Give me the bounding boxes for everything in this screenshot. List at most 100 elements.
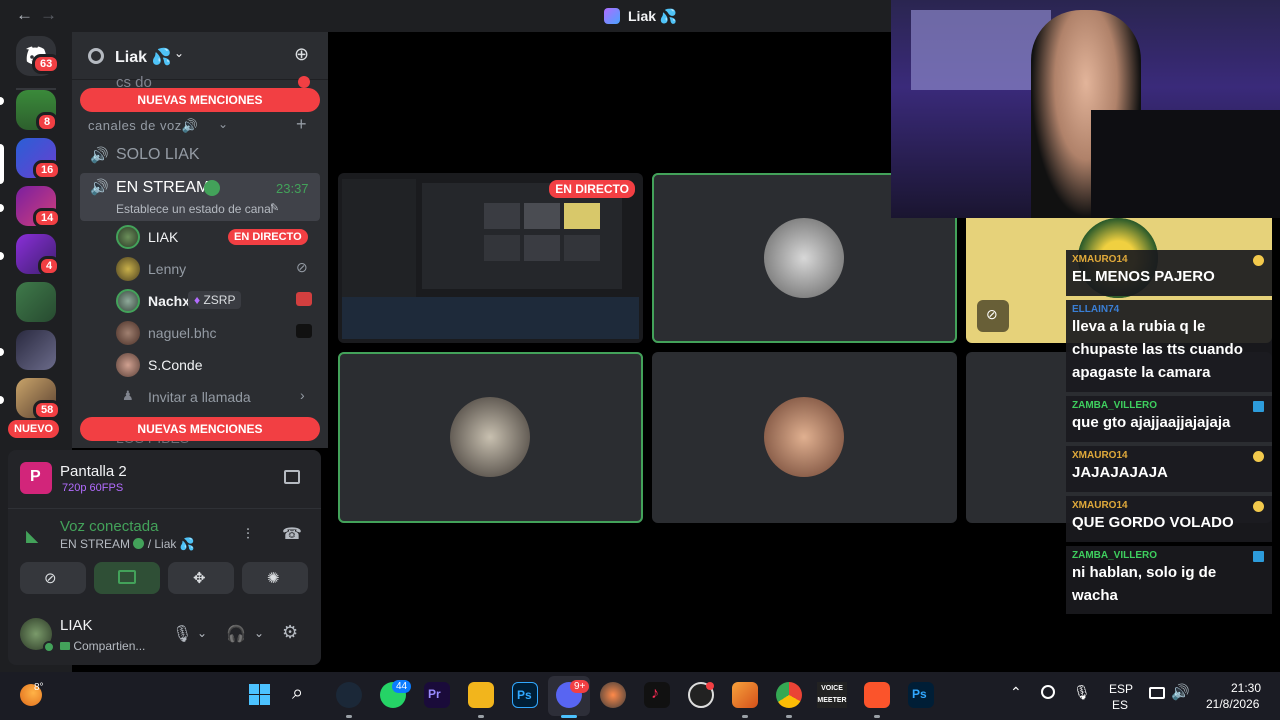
whatsapp-badge: 44: [392, 680, 412, 693]
badge-icon: [1253, 255, 1264, 266]
activity-icon: [296, 324, 312, 338]
photoshop-icon[interactable]: Ps: [512, 682, 538, 708]
server-icon-6[interactable]: [16, 330, 56, 370]
voice-user[interactable]: Nachx ♦ ZSRP: [116, 288, 320, 314]
network-icon[interactable]: [1149, 687, 1165, 699]
channel-solo-liak[interactable]: 🔊 SOLO LIAK: [80, 138, 320, 170]
clock-date[interactable]: 21/8/2026: [1206, 697, 1259, 711]
screenshare-title: Pantalla 2: [60, 463, 127, 480]
premiere-icon[interactable]: Pr: [424, 682, 450, 708]
user-status: Compartien...: [60, 639, 145, 653]
server-header[interactable]: Liak 💦 ⌄ ⊕: [72, 32, 328, 80]
stream-quality: 720p 60FPS: [62, 482, 124, 494]
unread-pip: [0, 252, 4, 260]
user-name[interactable]: LIAK: [60, 617, 93, 634]
disconnect-icon[interactable]: ☎: [282, 524, 302, 544]
voice-user[interactable]: naguel.bhc: [116, 320, 320, 346]
signal-icon: ◣: [26, 528, 39, 545]
server-badge: 58: [33, 400, 62, 420]
new-mentions-bottom[interactable]: NUEVAS MENCIONES: [80, 417, 320, 441]
server-icon: [604, 8, 620, 24]
new-pill[interactable]: NUEVO: [8, 420, 60, 438]
microphone-icon[interactable]: 🎙: [172, 624, 192, 644]
server-badge: 16: [33, 160, 62, 180]
windows-taskbar: 8° ⌕ 44 Pr Ps 9+ ♪ VOICE MEETER Ps ⌃ 🎙 E…: [0, 672, 1280, 720]
user-panels: P Pantalla 2 720p 60FPS ◣ Voz conectada …: [8, 450, 321, 665]
forward-button[interactable]: →: [40, 5, 57, 25]
activities-button[interactable]: ✥: [168, 562, 234, 594]
fl-studio-icon[interactable]: [732, 682, 758, 708]
running-indicator: [478, 715, 484, 718]
stream-tile-liak[interactable]: EN DIRECTO: [338, 173, 643, 343]
pencil-icon[interactable]: ✎: [270, 201, 279, 214]
server-badge: 8: [36, 112, 59, 132]
channel-status[interactable]: Establece un estado de canal: [116, 202, 273, 216]
volume-icon[interactable]: 🔊: [1171, 683, 1190, 701]
voicemeeter-icon[interactable]: VOICE MEETER: [817, 682, 847, 708]
voice-user[interactable]: LIAK EN DIRECTO: [116, 224, 320, 250]
microphone-icon[interactable]: 🎙: [1073, 684, 1091, 701]
muted-indicator: ⊘: [977, 300, 1009, 332]
add-member-icon[interactable]: ⊕: [294, 44, 309, 65]
selected-pip: [0, 144, 4, 184]
video-tile-user[interactable]: [652, 352, 957, 523]
chrome-icon[interactable]: [776, 682, 802, 708]
search-icon[interactable]: ⌕: [292, 682, 303, 705]
avatar: [116, 289, 140, 313]
mention-dot: [298, 76, 310, 88]
chat-message: XMAURO14 QUE GORDO VOLADO: [1066, 496, 1272, 542]
online-status-icon: [43, 641, 55, 653]
user-settings-gear-icon[interactable]: ⚙: [282, 622, 298, 643]
stream-preview-grid: [422, 183, 622, 289]
screenshare-icon: [118, 570, 136, 584]
muted-mic-icon: ⊘: [296, 259, 308, 275]
server-name: Liak 💦: [115, 49, 172, 66]
user-name: naguel.bhc: [148, 325, 217, 341]
noise-suppression-icon[interactable]: ⫶: [246, 526, 250, 543]
video-tile-user[interactable]: [338, 352, 643, 523]
avatar: [450, 397, 530, 477]
running-indicator: [346, 715, 352, 718]
screenshare-button[interactable]: [94, 562, 160, 594]
add-channel-icon[interactable]: +: [296, 114, 307, 135]
steam-icon[interactable]: [336, 682, 362, 708]
avatar: [764, 397, 844, 477]
server-icon-5[interactable]: [16, 282, 56, 322]
file-explorer-icon[interactable]: [468, 682, 494, 708]
chevron-up-icon[interactable]: ⌃: [1010, 684, 1022, 701]
photoshop-icon[interactable]: Ps: [908, 682, 934, 708]
new-mentions-top[interactable]: NUEVAS MENCIONES: [80, 88, 320, 112]
region[interactable]: ES: [1112, 698, 1128, 712]
unread-pip: [0, 204, 4, 212]
unread-pip: [0, 348, 4, 356]
whiteboard: [911, 10, 1051, 90]
back-button[interactable]: ←: [16, 5, 33, 25]
headphones-icon[interactable]: 🎧: [226, 624, 246, 644]
speaker-icon: 🔊: [90, 147, 109, 164]
channel-en-stream[interactable]: 🔊 EN STREAM 23:37 Establece un estado de…: [80, 173, 320, 221]
tiktok-icon[interactable]: ♪: [644, 682, 670, 708]
chevron-down-icon[interactable]: ⌄: [197, 626, 207, 640]
active-indicator: [561, 715, 577, 718]
green-circle-icon: [204, 180, 220, 196]
brave-icon[interactable]: [864, 682, 890, 708]
running-indicator: [742, 715, 748, 718]
voice-user[interactable]: S.Conde: [116, 352, 320, 378]
clock-time[interactable]: 21:30: [1231, 681, 1261, 695]
avatar: [116, 353, 140, 377]
chevron-down-icon: ⌄: [174, 46, 185, 60]
camera-off-button[interactable]: ⊘: [20, 562, 86, 594]
voice-user[interactable]: Lenny ⊘: [116, 256, 320, 282]
invite-to-call[interactable]: ♟ Invitar a llamada ›: [116, 384, 320, 410]
soundboard-button[interactable]: ✺: [242, 562, 308, 594]
start-icon[interactable]: [247, 682, 273, 708]
stop-stream-icon[interactable]: [284, 470, 300, 484]
app-icon[interactable]: [600, 682, 626, 708]
voice-category[interactable]: canales de voz🔊: [88, 118, 198, 134]
chevron-down-icon[interactable]: ⌄: [254, 626, 264, 640]
language[interactable]: ESP: [1109, 682, 1133, 696]
voice-location[interactable]: EN STREAM / Liak 💦: [60, 537, 195, 551]
avatar: [764, 218, 844, 298]
sync-icon[interactable]: [1041, 685, 1055, 699]
clan-tag: ♦ ZSRP: [188, 291, 242, 309]
